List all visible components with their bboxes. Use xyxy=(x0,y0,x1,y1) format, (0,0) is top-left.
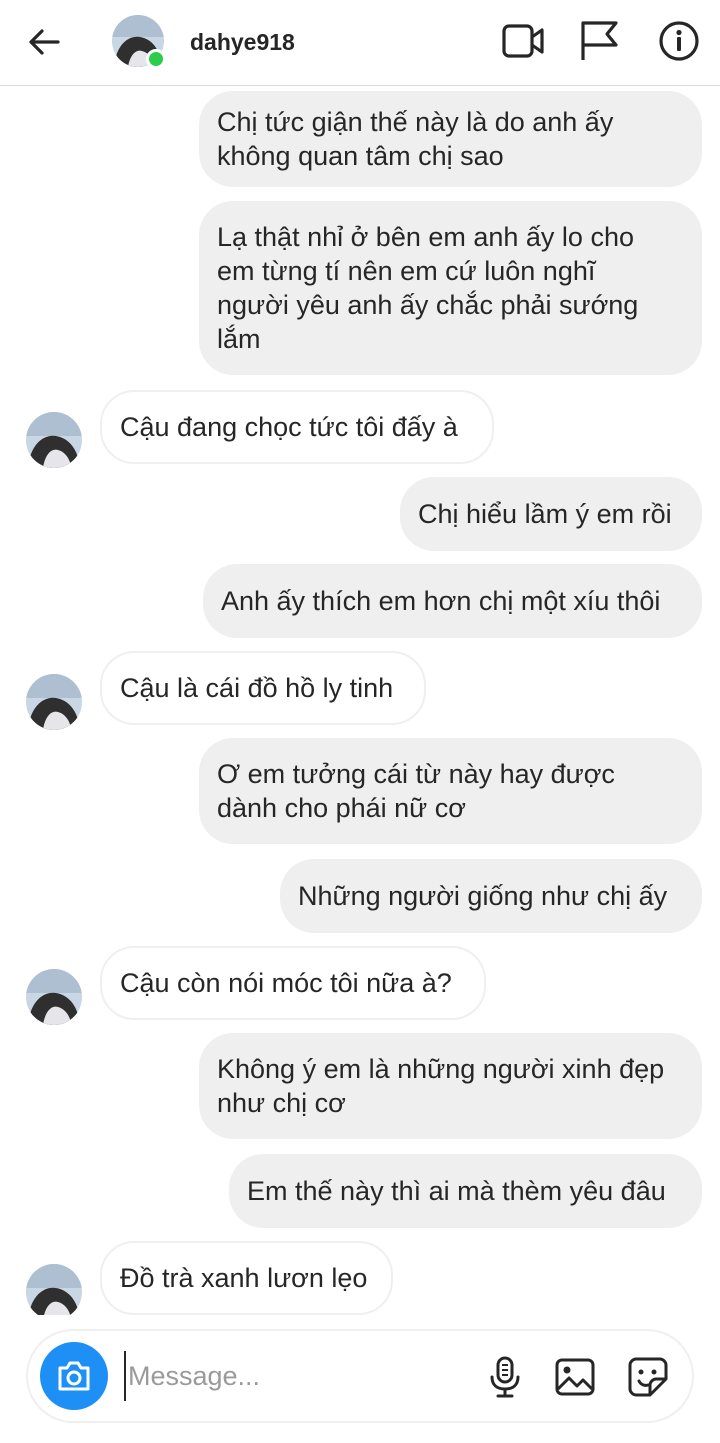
message-text: Chị tức giận thế này là do anh ấy không … xyxy=(217,107,614,171)
message-text: Cậu còn nói móc tôi nữa à? xyxy=(120,968,452,998)
sender-avatar[interactable] xyxy=(26,412,82,468)
message-text: Chị hiểu lầm ý em rồi xyxy=(418,499,672,529)
info-button[interactable] xyxy=(656,20,702,62)
chat-username[interactable]: dahye918 xyxy=(190,29,295,56)
sender-avatar[interactable] xyxy=(26,1264,82,1315)
message-bubble[interactable]: Anh ấy thích em hơn chị một xíu thôi xyxy=(203,564,702,638)
back-button[interactable] xyxy=(24,24,64,60)
message-bubble[interactable]: Đồ trà xanh lươn lẹo xyxy=(100,1241,393,1315)
message-bubble[interactable]: Những người giống như chị ấy xyxy=(280,859,702,933)
message-text: Anh ấy thích em hơn chị một xíu thôi xyxy=(221,586,661,616)
arrow-left-icon xyxy=(29,29,60,55)
microphone-icon xyxy=(490,1356,520,1398)
chat-header: dahye918 xyxy=(0,0,720,86)
sender-avatar[interactable] xyxy=(26,969,82,1025)
camera-icon xyxy=(58,1361,90,1391)
gallery-button[interactable] xyxy=(553,1355,597,1399)
message-text: Những người giống như chị ấy xyxy=(298,881,668,911)
message-bubble[interactable]: Không ý em là những người xinh đẹp như c… xyxy=(199,1033,702,1139)
message-text: Cậu đang chọc tức tôi đấy à xyxy=(120,412,458,442)
sender-avatar[interactable] xyxy=(26,674,82,730)
message-bubble[interactable]: Chị tức giận thế này là do anh ấy không … xyxy=(199,91,702,187)
camera-button[interactable] xyxy=(40,1342,108,1410)
message-bubble[interactable]: Cậu còn nói móc tôi nữa à? xyxy=(100,946,486,1020)
message-bubble[interactable]: Chị hiểu lầm ý em rồi xyxy=(400,477,702,551)
message-bubble[interactable]: Em thế này thì ai mà thèm yêu đâu xyxy=(229,1154,702,1228)
message-input[interactable] xyxy=(124,1351,464,1401)
message-bubble[interactable]: Cậu đang chọc tức tôi đấy à xyxy=(100,390,494,464)
voice-message-button[interactable] xyxy=(483,1355,527,1399)
message-thread[interactable]: Chị tức giận thế này là do anh ấy không … xyxy=(0,87,720,1315)
profile-avatar[interactable] xyxy=(112,15,166,69)
message-text: Lạ thật nhỉ ở bên em anh ấy lo cho em từ… xyxy=(217,222,639,354)
message-bubble[interactable]: Cậu là cái đồ hồ ly tinh xyxy=(100,651,426,725)
sticker-icon xyxy=(628,1357,668,1397)
message-bubble[interactable]: Ơ em tưởng cái từ này hay được dành cho … xyxy=(199,738,702,844)
online-status-dot xyxy=(146,49,166,69)
message-text: Ơ em tưởng cái từ này hay được dành cho … xyxy=(217,759,615,823)
flag-icon xyxy=(581,21,618,60)
message-bubble[interactable]: Lạ thật nhỉ ở bên em anh ấy lo cho em từ… xyxy=(199,201,702,375)
message-text: Em thế này thì ai mà thèm yêu đâu xyxy=(247,1176,666,1206)
video-call-button[interactable] xyxy=(500,20,546,62)
message-text: Cậu là cái đồ hồ ly tinh xyxy=(120,673,394,703)
info-icon xyxy=(659,21,699,61)
sticker-button[interactable] xyxy=(626,1355,670,1399)
video-call-icon xyxy=(502,24,544,58)
message-text: Không ý em là những người xinh đẹp như c… xyxy=(217,1054,665,1118)
gallery-icon xyxy=(555,1358,595,1396)
report-button[interactable] xyxy=(576,20,622,62)
message-text: Đồ trà xanh lươn lẹo xyxy=(120,1263,368,1293)
message-composer xyxy=(26,1329,694,1423)
